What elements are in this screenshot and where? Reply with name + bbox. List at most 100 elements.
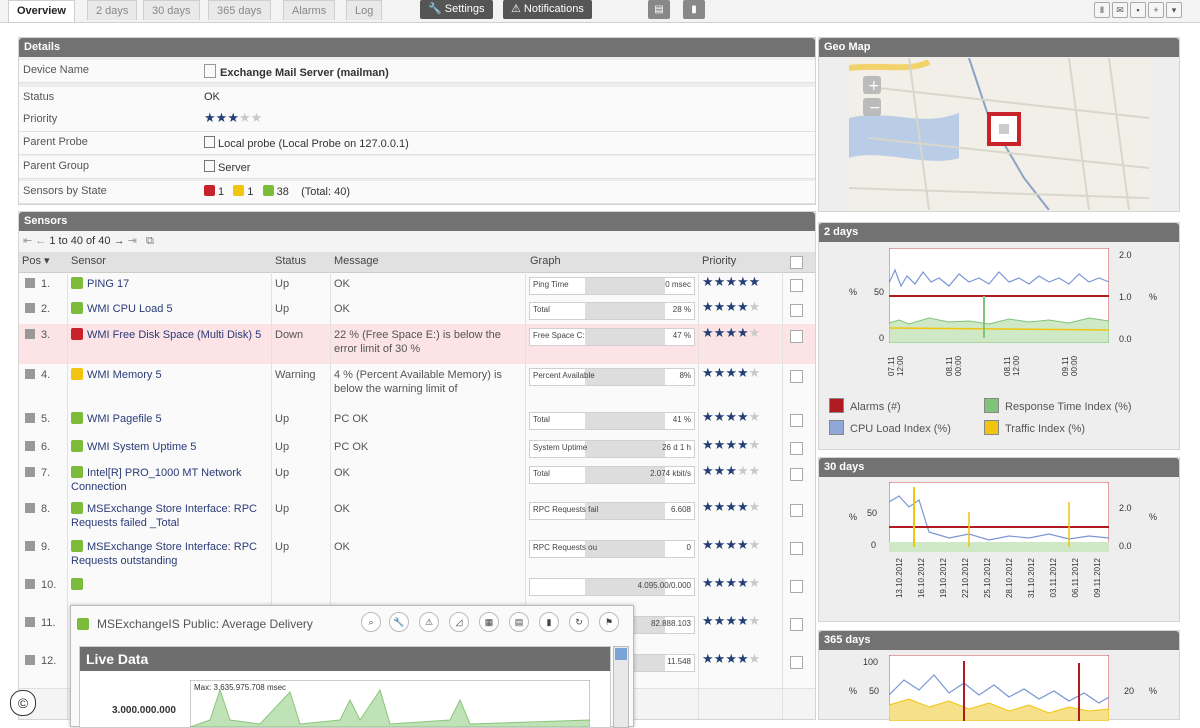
col-pos[interactable]: Pos ▾ xyxy=(22,252,50,271)
sensor-name-link[interactable]: PING 17 xyxy=(71,277,266,291)
priority-stars[interactable]: ★★★★★ xyxy=(702,275,760,290)
row-checkbox[interactable] xyxy=(790,370,803,383)
sensor-row[interactable]: 3. WMI Free Disk Space (Multi Disk) 5 Do… xyxy=(19,324,815,365)
row-checkbox[interactable] xyxy=(790,618,803,631)
select-all-checkbox[interactable] xyxy=(790,256,803,269)
star-icon[interactable]: ★ xyxy=(749,325,761,340)
col-status[interactable]: Status xyxy=(275,252,306,271)
star-icon[interactable]: ★ xyxy=(702,651,714,666)
popup-scrollbar[interactable] xyxy=(613,646,629,728)
row-drag-handle[interactable] xyxy=(25,329,35,339)
row-drag-handle[interactable] xyxy=(25,655,35,665)
star-icon[interactable]: ★ xyxy=(714,325,726,340)
pager-settings-icon[interactable]: ⧉ xyxy=(146,235,154,247)
down-state-icon[interactable] xyxy=(204,185,215,196)
warning-count[interactable]: 1 xyxy=(247,186,253,198)
row-checkbox[interactable] xyxy=(790,468,803,481)
sensor-mini-graph[interactable]: Total 41 % xyxy=(529,412,695,430)
star-icon[interactable]: ★ xyxy=(216,110,228,125)
delete-icon[interactable]: ▪ xyxy=(1130,2,1146,18)
tab-overview[interactable]: Overview xyxy=(8,0,75,22)
star-icon[interactable]: ★ xyxy=(702,274,714,289)
star-icon[interactable]: ★ xyxy=(749,409,761,424)
star-icon[interactable]: ★ xyxy=(749,613,761,628)
star-icon[interactable]: ★ xyxy=(737,299,749,314)
star-icon[interactable]: ★ xyxy=(737,409,749,424)
next-page-icon[interactable]: → xyxy=(114,235,125,247)
sensor-mini-graph[interactable]: Total 2.074 kbit/s xyxy=(529,466,695,484)
sensor-name-link[interactable]: MSExchange Store Interface: RPC Requests… xyxy=(71,502,266,530)
row-checkbox[interactable] xyxy=(790,442,803,455)
priority-stars[interactable]: ★★★★★ xyxy=(702,500,760,515)
star-icon[interactable]: ★ xyxy=(714,575,726,590)
star-icon[interactable]: ★ xyxy=(749,274,761,289)
parent-probe-link[interactable]: Local probe (Local Probe on 127.0.0.1) xyxy=(204,136,409,150)
sensor-row[interactable]: 6. WMI System Uptime 5 Up PC OK System U… xyxy=(19,436,815,463)
sensor-row[interactable]: 8. MSExchange Store Interface: RPC Reque… xyxy=(19,498,815,537)
add-icon[interactable]: + xyxy=(1148,2,1164,18)
star-icon[interactable]: ★ xyxy=(749,437,761,452)
col-message[interactable]: Message xyxy=(334,252,379,271)
down-count[interactable]: 1 xyxy=(218,186,224,198)
tab-2-days[interactable]: 2 days xyxy=(87,0,138,20)
sensor-name-link[interactable]: WMI System Uptime 5 xyxy=(71,440,266,454)
sensor-mini-graph[interactable]: System Uptime 26 d 1 h xyxy=(529,440,695,458)
star-icon[interactable]: ★ xyxy=(714,299,726,314)
priority-stars[interactable]: ★★★★★ xyxy=(702,300,760,315)
row-checkbox[interactable] xyxy=(790,656,803,669)
sensor-row[interactable]: 1. PING 17 Up OK Ping Time 0 msec ★★★★★ xyxy=(19,273,815,299)
sensor-name-link[interactable]: MSExchange Store Interface: RPC Requests… xyxy=(71,540,266,568)
dropdown-icon[interactable]: ▾ xyxy=(1166,2,1182,18)
star-icon[interactable]: ★ xyxy=(725,409,737,424)
scroll-up-icon[interactable] xyxy=(615,648,627,660)
notifications-button[interactable]: ⚠ Notifications xyxy=(503,0,592,19)
star-icon[interactable]: ★ xyxy=(251,110,263,125)
star-icon[interactable]: ★ xyxy=(702,409,714,424)
row-checkbox[interactable] xyxy=(790,414,803,427)
star-icon[interactable]: ★ xyxy=(725,463,737,478)
star-icon[interactable]: ★ xyxy=(702,365,714,380)
row-checkbox[interactable] xyxy=(790,330,803,343)
star-icon[interactable]: ★ xyxy=(702,299,714,314)
sensor-mini-graph[interactable]: Total 28 % xyxy=(529,302,695,320)
star-icon[interactable]: ★ xyxy=(737,651,749,666)
sensor-name-link[interactable]: WMI Free Disk Space (Multi Disk) 5 xyxy=(71,328,266,342)
sensor-mini-graph[interactable]: Percent Available 8% xyxy=(529,368,695,386)
two-days-chart[interactable] xyxy=(889,248,1109,343)
star-icon[interactable]: ★ xyxy=(737,575,749,590)
sensor-name-link[interactable] xyxy=(71,578,266,592)
priority-stars[interactable]: ★★★★★ xyxy=(702,438,760,453)
star-icon[interactable]: ★ xyxy=(737,325,749,340)
col-priority[interactable]: Priority xyxy=(702,252,736,271)
row-checkbox[interactable] xyxy=(790,580,803,593)
star-icon[interactable]: ★ xyxy=(749,299,761,314)
star-icon[interactable]: ★ xyxy=(239,110,251,125)
view-toggle-icon[interactable]: ▤ xyxy=(648,0,670,19)
sensor-row[interactable]: 2. WMI CPU Load 5 Up OK Total 28 % ★★★★★ xyxy=(19,298,815,325)
sensor-mini-graph[interactable]: RPC Requests ou 0 xyxy=(529,540,695,558)
prev-page-icon[interactable]: ← xyxy=(35,235,46,247)
row-drag-handle[interactable] xyxy=(25,541,35,551)
star-icon[interactable]: ★ xyxy=(725,613,737,628)
star-icon[interactable]: ★ xyxy=(702,537,714,552)
sensor-name-link[interactable]: WMI Memory 5 xyxy=(71,368,266,382)
chart-icon[interactable]: ◿ xyxy=(449,612,469,632)
star-icon[interactable]: ★ xyxy=(725,575,737,590)
star-icon[interactable]: ★ xyxy=(714,365,726,380)
star-icon[interactable]: ★ xyxy=(725,325,737,340)
sensor-row[interactable]: 4. WMI Memory 5 Warning 4 % (Percent Ava… xyxy=(19,364,815,409)
row-drag-handle[interactable] xyxy=(25,369,35,379)
star-icon[interactable]: ★ xyxy=(702,463,714,478)
star-icon[interactable]: ★ xyxy=(714,463,726,478)
star-icon[interactable]: ★ xyxy=(737,463,749,478)
row-drag-handle[interactable] xyxy=(25,278,35,288)
star-icon[interactable]: ★ xyxy=(725,537,737,552)
star-icon[interactable]: ★ xyxy=(714,499,726,514)
star-icon[interactable]: ★ xyxy=(702,325,714,340)
priority-stars[interactable]: ★★★★★ xyxy=(702,366,760,381)
star-icon[interactable]: ★ xyxy=(714,537,726,552)
star-icon[interactable]: ★ xyxy=(714,613,726,628)
row-drag-handle[interactable] xyxy=(25,467,35,477)
row-checkbox[interactable] xyxy=(790,504,803,517)
priority-stars[interactable]: ★★★★★ xyxy=(702,576,760,591)
